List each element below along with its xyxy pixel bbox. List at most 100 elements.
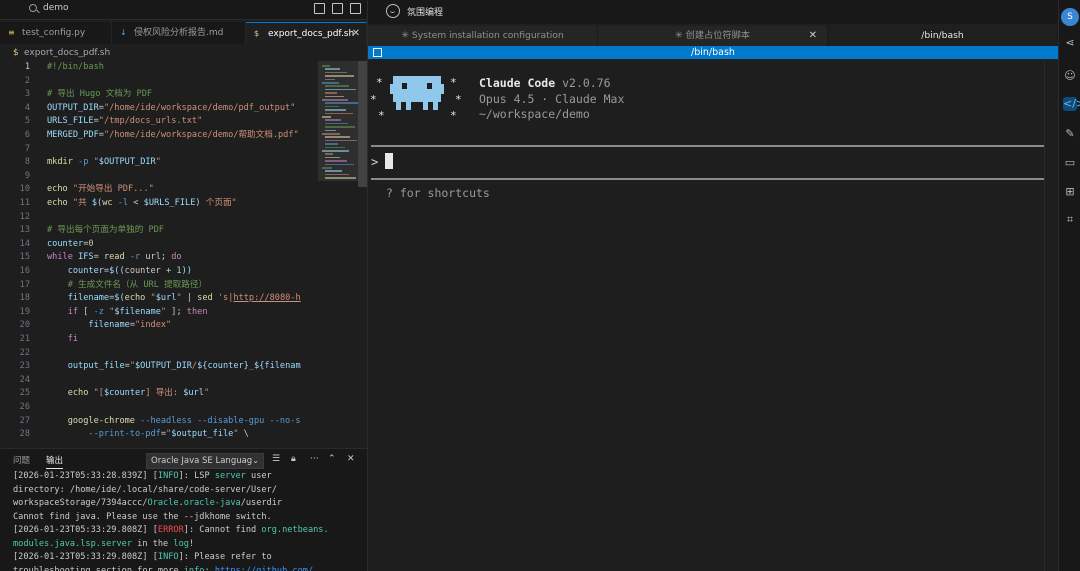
terminal-output[interactable]: * * * * * * Claude Code v2.0.76 Opus 4.5…: [368, 60, 1044, 571]
code-area[interactable]: 1 #!/bin/bash 2 3 # 导出 Hugo 文档为 PDF 4 OUTPUT_D…: [0, 61, 318, 446]
tab-test-config[interactable]: ≡ test_config.py: [0, 22, 112, 44]
code-line[interactable]: 25 echo "[$counter] 导出: $url": [0, 387, 318, 401]
line-number: 3: [24, 89, 30, 100]
code-text: google-chrome --headless --disable-gpu -…: [67, 415, 301, 426]
code-line[interactable]: 17 # 生成文件名（从 URL 提取路径）: [0, 279, 318, 293]
claude-mascot-icon: [390, 76, 444, 110]
code-line[interactable]: 12: [0, 211, 318, 225]
log-line: [2026-01-23T05:33:29.808Z] [ERROR]: Cann…: [13, 525, 329, 535]
code-icon[interactable]: </>: [1063, 97, 1080, 111]
log-line: [2026-01-23T05:33:29.808Z] [INFO]: Pleas…: [13, 552, 272, 562]
code-text: if [ -z "$filename" ]; then: [67, 306, 208, 317]
edit-icon[interactable]: ✎: [1063, 127, 1077, 141]
code-text: while IFS= read -r url; do: [47, 252, 182, 263]
code-line[interactable]: 5 URLS_FILE="/tmp/docs_urls.txt": [0, 115, 318, 129]
line-number: 21: [19, 334, 30, 344]
close-panel-icon[interactable]: ✕: [347, 454, 355, 464]
lock-icon[interactable]: 🔒︎: [291, 454, 296, 464]
toggle-sidebar-icon[interactable]: [314, 3, 325, 14]
line-number: 2: [24, 75, 30, 86]
minimap-line: [325, 153, 333, 155]
breadcrumb-file[interactable]: export_docs_pdf.sh: [24, 48, 110, 58]
robot-icon[interactable]: ☺: [1063, 69, 1077, 83]
code-line[interactable]: 19 if [ -z "$filename" ]; then: [0, 306, 318, 320]
tab-label: test_config.py: [22, 28, 86, 38]
terminal-title: /bin/bash: [691, 47, 735, 58]
working-directory: ~/workspace/demo: [479, 107, 590, 121]
code-text: filename=$(echo "$url" | sed 's|http://8…: [67, 293, 301, 304]
code-text: --print-to-pdf="$output_file" \: [88, 429, 249, 440]
chevron-up-icon[interactable]: ⌃: [328, 454, 336, 464]
log-line: [2026-01-23T05:33:28.839Z] [INFO]: LSP s…: [13, 471, 272, 481]
close-icon[interactable]: ✕: [352, 23, 360, 44]
toggle-panel-icon[interactable]: [332, 3, 343, 14]
breadcrumb[interactable]: $ export_docs_pdf.sh: [0, 44, 367, 62]
grid-icon[interactable]: ⊞: [1063, 185, 1077, 199]
tab-risk-report[interactable]: ↓ 侵权风险分析报告.md: [112, 22, 246, 44]
code-text: URLS_FILE="/tmp/docs_urls.txt": [47, 116, 203, 127]
minimap-line: [322, 82, 339, 84]
code-line[interactable]: 2: [0, 75, 318, 89]
minimap-line: [325, 160, 347, 162]
toggle-secondary-sidebar-icon[interactable]: [350, 3, 361, 14]
minimap-line: [325, 156, 340, 159]
minimap-line: [325, 78, 335, 81]
minimap-line: [325, 109, 346, 111]
folder-icon[interactable]: ▭: [1063, 156, 1077, 170]
code-line[interactable]: 18 filename=$(echo "$url" | sed 's|http:…: [0, 292, 318, 306]
tab-system-install[interactable]: ✳ System installation configuration: [368, 26, 598, 46]
minimap-line: [325, 85, 349, 87]
tab-problems[interactable]: 问题: [13, 454, 30, 466]
code-line[interactable]: 26: [0, 401, 318, 415]
prompt-input[interactable]: [385, 153, 393, 169]
code-line[interactable]: 7: [0, 143, 318, 157]
more-actions-icon[interactable]: ···: [310, 454, 319, 464]
output-channel-select[interactable]: Oracle Java SE Languag ⌄: [146, 453, 264, 469]
list-filter-icon[interactable]: ☰: [272, 454, 280, 464]
code-line[interactable]: 4 OUTPUT_DIR="/home/ide/workspace/demo/pd…: [0, 102, 318, 116]
code-line[interactable]: 16 counter=$((counter + 1)): [0, 265, 318, 279]
code-line[interactable]: 27 google-chrome --headless --disable-gp…: [0, 415, 318, 429]
code-line[interactable]: 21 fi: [0, 333, 318, 347]
divider: [371, 145, 1044, 147]
code-text: OUTPUT_DIR="/home/ide/workspace/demo/pdf…: [47, 102, 296, 113]
code-line[interactable]: 10 echo "开始导出 PDF...": [0, 183, 318, 197]
editor-scrollbar[interactable]: [358, 61, 367, 187]
crop-icon[interactable]: ⌗: [1063, 213, 1077, 227]
code-line[interactable]: 3 # 导出 Hugo 文档为 PDF: [0, 88, 318, 102]
minimap-line: [325, 136, 350, 138]
minimap[interactable]: [318, 61, 358, 446]
search-icon[interactable]: [29, 4, 37, 12]
log-line: workspaceStorage/7394accc/Oracle.oracle-…: [13, 498, 283, 508]
code-text: # 生成文件名（从 URL 提取路径）: [67, 279, 208, 290]
code-line[interactable]: 13 # 导出每个页面为单独的 PDF: [0, 224, 318, 238]
output-log[interactable]: [2026-01-23T05:33:28.839Z] [INFO]: LSP s…: [13, 470, 358, 571]
line-number: 14: [19, 238, 30, 249]
terminal-scrollbar[interactable]: [1044, 60, 1058, 571]
code-line[interactable]: 28 --print-to-pdf="$output_file" \: [0, 428, 318, 442]
code-line[interactable]: 23 output_file="$OUTPUT_DIR/${counter}_$…: [0, 360, 318, 374]
code-line[interactable]: 11 echo "共 $(wc -l < $URLS_FILE) 个页面": [0, 197, 318, 211]
tab-bin-bash[interactable]: /bin/bash: [828, 26, 1058, 46]
code-line[interactable]: 8 mkdir -p "$OUTPUT_DIR": [0, 156, 318, 170]
code-line[interactable]: 9: [0, 170, 318, 184]
log-line: Cannot find java. Please use the --jdkho…: [13, 511, 272, 522]
code-line[interactable]: 24: [0, 374, 318, 388]
code-line[interactable]: 20 filename="index": [0, 319, 318, 333]
terminal-header: 氛围编程: [368, 0, 1058, 24]
workspace-search[interactable]: demo: [43, 3, 69, 13]
close-icon[interactable]: ✕: [809, 26, 817, 46]
python-file-icon: ≡: [8, 28, 15, 37]
tab-export-docs[interactable]: $ export_docs_pdf.sh ✕: [246, 22, 367, 44]
code-line[interactable]: 6 MERGED_PDF="/home/ide/workspace/demo/帮助…: [0, 129, 318, 143]
code-line[interactable]: 15 while IFS= read -r url; do: [0, 251, 318, 265]
code-line[interactable]: 22: [0, 347, 318, 361]
code-line[interactable]: 1 #!/bin/bash: [0, 61, 318, 75]
line-number: 26: [19, 402, 30, 412]
share-icon[interactable]: ⋖: [1063, 36, 1077, 50]
tab-create-placeholder[interactable]: ✳ 创建占位符脚本 ✕: [598, 26, 828, 46]
code-line[interactable]: 14 counter=0: [0, 238, 318, 252]
shell-file-icon: $: [13, 48, 19, 58]
tab-output[interactable]: 输出: [46, 454, 64, 469]
avatar[interactable]: S: [1061, 8, 1079, 26]
